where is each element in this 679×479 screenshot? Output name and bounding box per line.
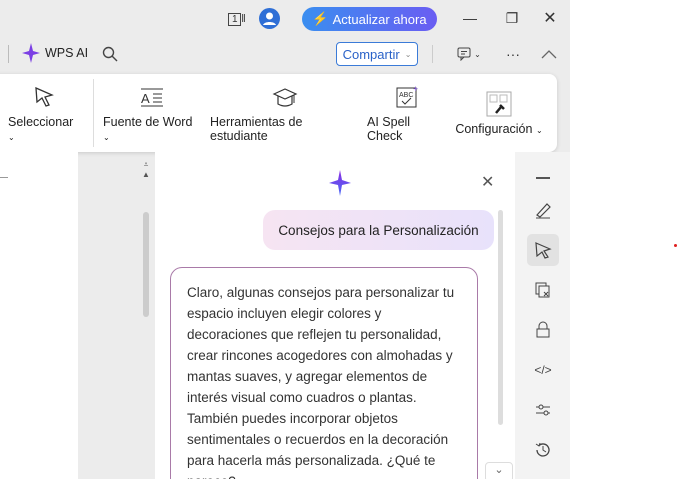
restore-button[interactable]: ❐ bbox=[502, 8, 522, 28]
wps-ai-label: WPS AI bbox=[45, 46, 89, 60]
settings-icon bbox=[486, 90, 512, 118]
wps-ai-button[interactable]: WPS AI bbox=[22, 43, 88, 63]
wps-ai-logo-icon bbox=[329, 170, 351, 196]
search-icon[interactable] bbox=[100, 44, 120, 64]
user-message-bubble: Consejos para la Personalización bbox=[263, 210, 494, 250]
page-badge: 1 bbox=[228, 12, 242, 26]
page-view-icon[interactable]: 1 ‖ bbox=[226, 10, 248, 28]
svg-text:ABC: ABC bbox=[399, 92, 413, 99]
ai-response-card: Claro, algunas consejos para personaliza… bbox=[170, 267, 478, 479]
lightning-icon: ⚡ bbox=[312, 11, 329, 26]
chevron-down-icon: ⌄ bbox=[404, 49, 412, 59]
document-page[interactable] bbox=[0, 152, 78, 479]
ai-response-text: Claro, algunas consejos para personaliza… bbox=[187, 285, 455, 479]
history-icon[interactable] bbox=[527, 434, 559, 466]
settings-label: Configuración bbox=[455, 122, 533, 136]
avatar[interactable] bbox=[259, 8, 280, 29]
right-toolbar: </> bbox=[515, 152, 570, 479]
select-label: Seleccionar bbox=[8, 115, 74, 129]
lock-icon[interactable] bbox=[527, 314, 559, 346]
student-tools-label: Herramientas de estudiante bbox=[210, 115, 303, 143]
user-message-text: Consejos para la Personalización bbox=[278, 222, 479, 238]
word-font-button[interactable]: A Fuente de Word ⌄ bbox=[103, 74, 201, 152]
wps-ai-icon bbox=[22, 43, 40, 63]
collapse-ribbon-icon[interactable] bbox=[539, 44, 559, 64]
ribbon: Seleccionar ⌄ A Fuente de Word ⌄ Herrami… bbox=[0, 74, 557, 152]
sliders-icon[interactable] bbox=[527, 394, 559, 426]
upgrade-label: Actualizar ahora bbox=[332, 11, 427, 27]
copy-remove-icon[interactable] bbox=[527, 274, 559, 306]
red-dot bbox=[674, 244, 677, 247]
ai-spell-check-label: AI Spell Check bbox=[367, 115, 411, 143]
svg-text:+: + bbox=[413, 85, 418, 94]
scroll-down-button[interactable]: ⌄ bbox=[485, 462, 513, 479]
document-scrollbar[interactable] bbox=[143, 212, 149, 317]
divider bbox=[8, 45, 9, 63]
settings-button[interactable]: Configuración ⌄ bbox=[453, 74, 545, 152]
share-button[interactable]: Compartir ⌄ bbox=[336, 42, 418, 66]
chat-scrollbar[interactable] bbox=[498, 210, 503, 425]
divider bbox=[432, 45, 433, 63]
ai-chat-panel: ✕ Consejos para la Personalización Claro… bbox=[155, 152, 515, 479]
share-label: Compartir bbox=[342, 46, 400, 62]
divider bbox=[93, 79, 94, 147]
more-icon[interactable]: ··· bbox=[503, 44, 523, 64]
close-panel-button[interactable]: ✕ bbox=[481, 172, 494, 192]
cursor-icon bbox=[33, 83, 55, 111]
close-window-button[interactable]: ✕ bbox=[540, 8, 560, 28]
cursor-tool-icon[interactable] bbox=[527, 234, 559, 266]
student-tools-button[interactable]: Herramientas de estudiante bbox=[210, 74, 360, 152]
svg-text:A: A bbox=[141, 91, 150, 106]
word-font-label: Fuente de Word bbox=[103, 115, 193, 129]
upgrade-button[interactable]: ⚡ Actualizar ahora bbox=[302, 7, 437, 31]
wps-window: 1 ‖ ⚡ Actualizar ahora — ❐ ✕ WPS AI Compar… bbox=[0, 0, 570, 479]
pen-icon[interactable] bbox=[527, 194, 559, 226]
font-icon: A bbox=[140, 83, 164, 111]
code-icon[interactable]: </> bbox=[527, 354, 559, 386]
spell-check-icon: ABC + bbox=[394, 83, 420, 111]
minimize-panel-icon[interactable] bbox=[527, 162, 559, 194]
graduation-cap-icon bbox=[272, 83, 298, 111]
ai-spell-check-button[interactable]: ABC + AI Spell Check bbox=[367, 74, 447, 152]
minimize-button[interactable]: — bbox=[460, 8, 480, 28]
scroll-up-icon[interactable]: ⩡ ▲ bbox=[142, 160, 150, 180]
comment-button[interactable]: ⌄ bbox=[453, 44, 485, 64]
select-button[interactable]: Seleccionar ⌄ bbox=[8, 74, 80, 152]
